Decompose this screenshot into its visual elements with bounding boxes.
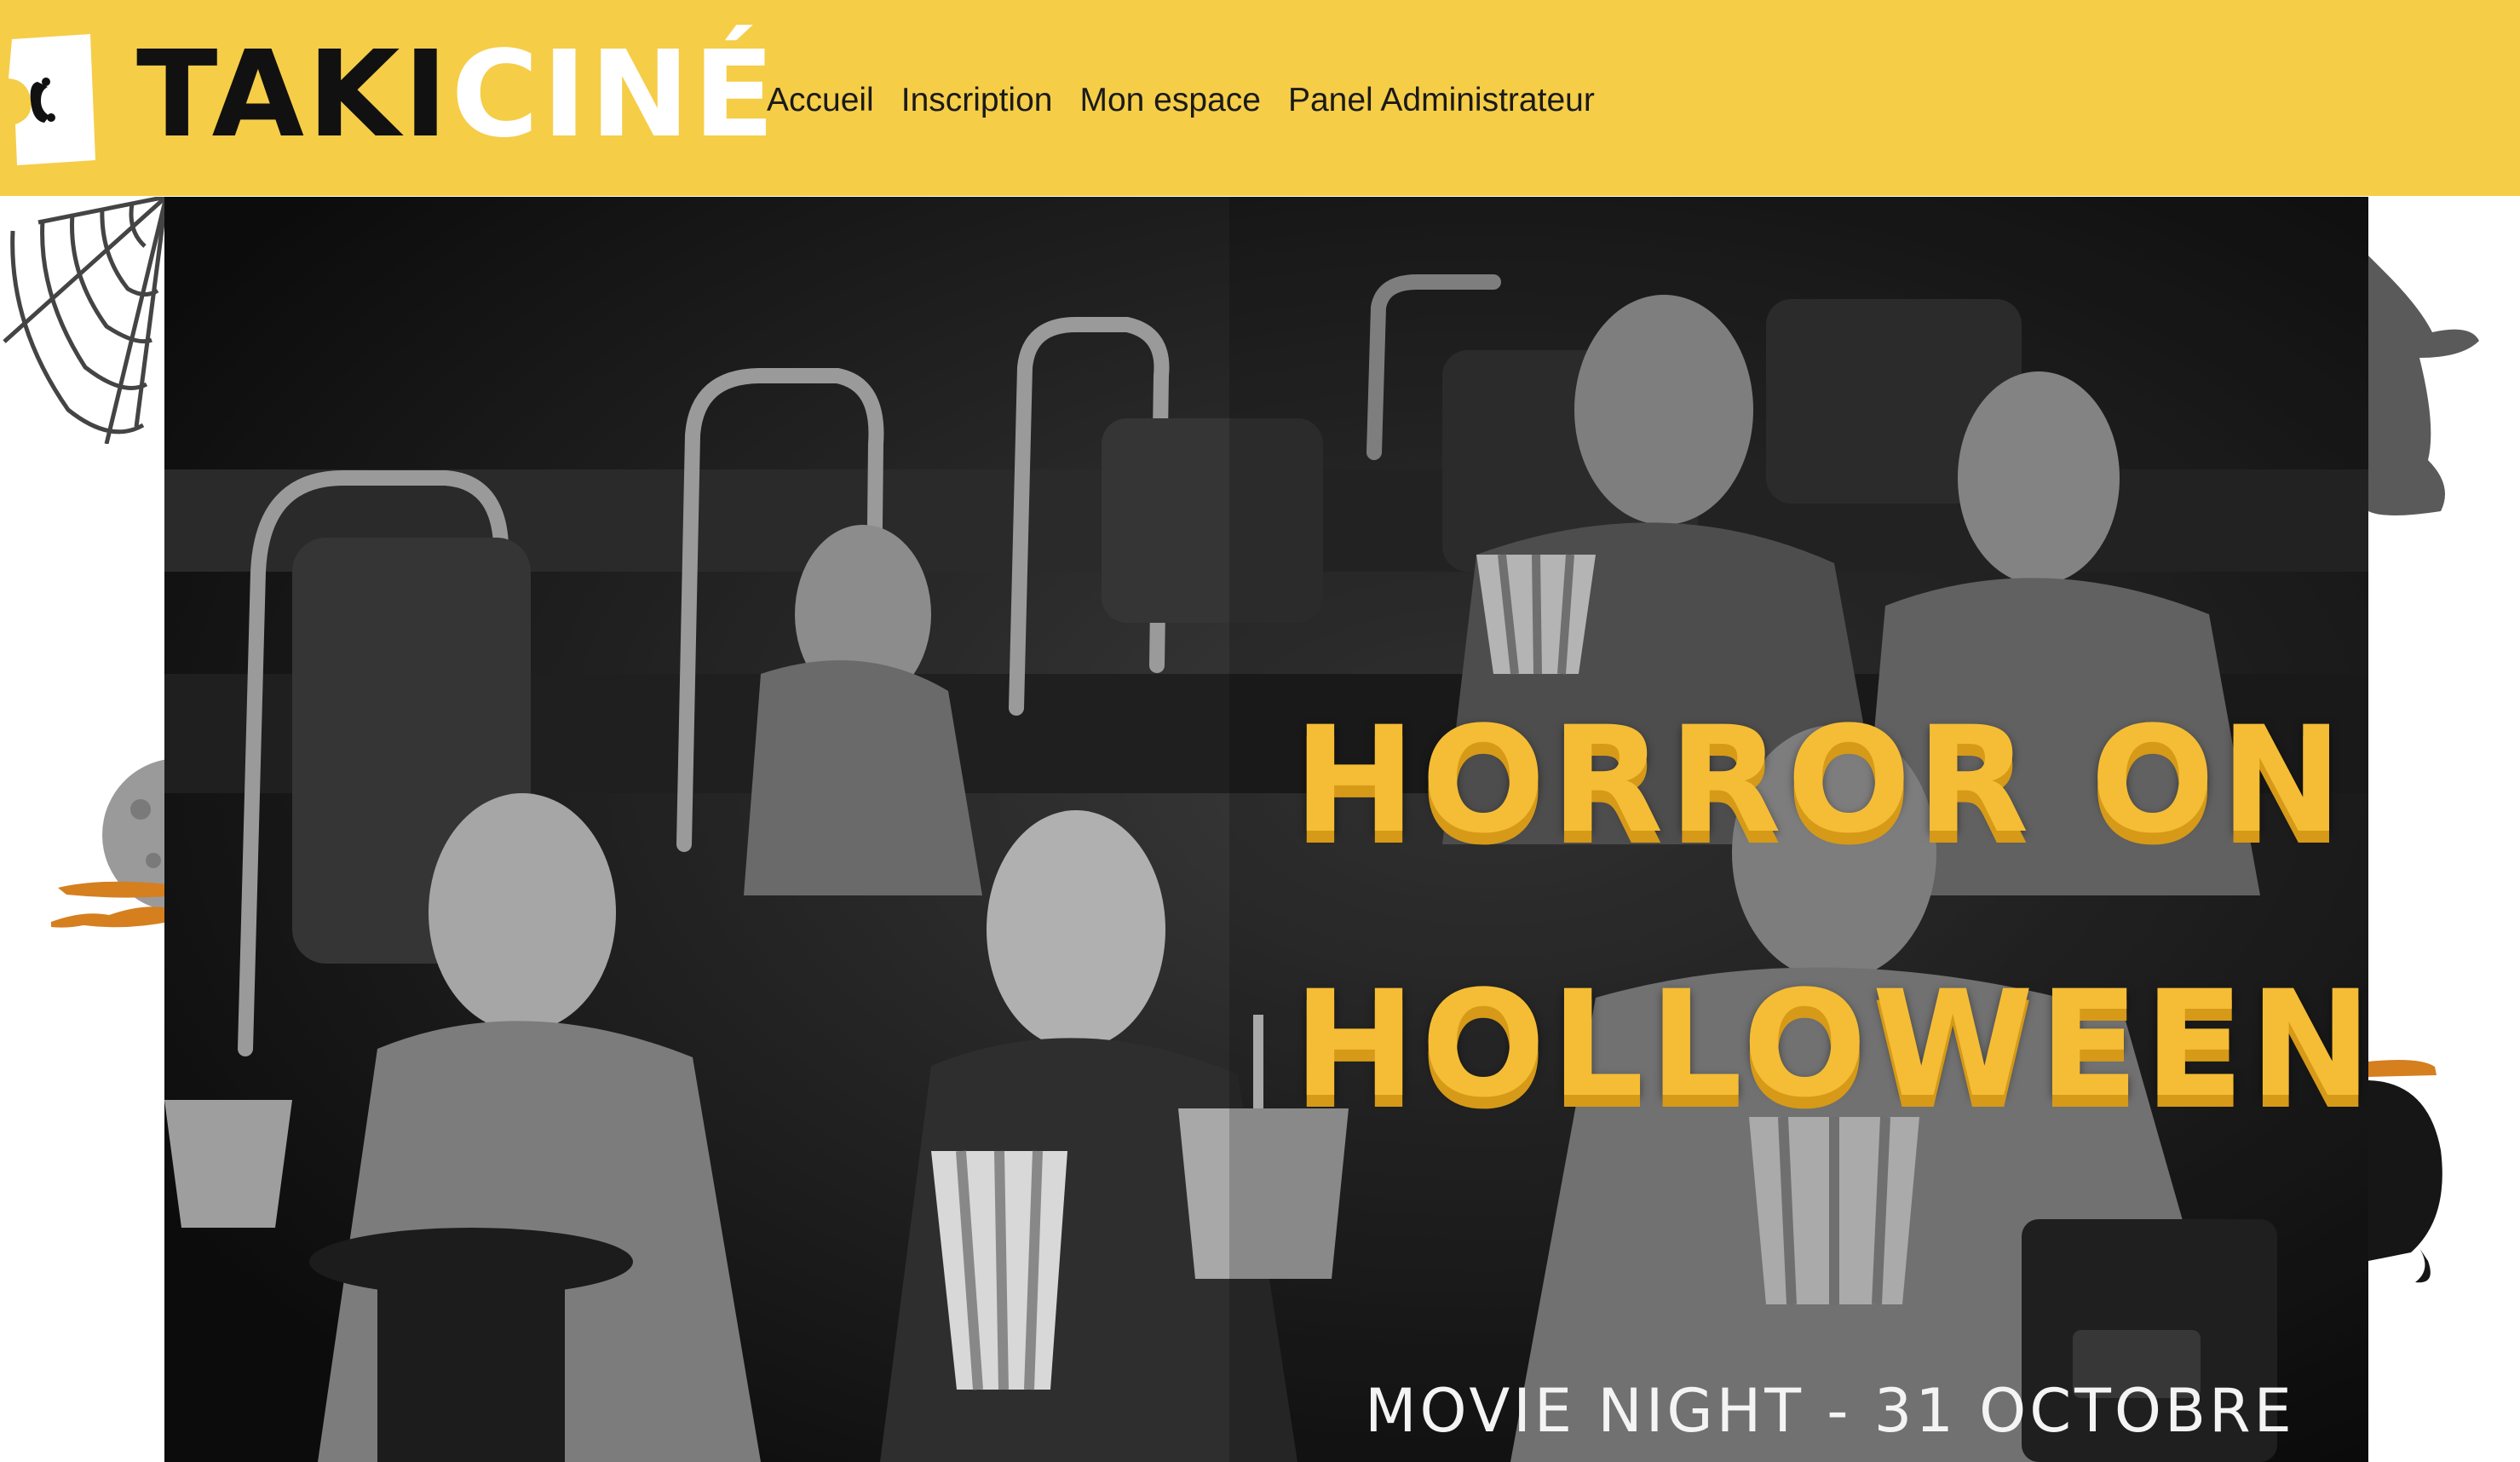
- logo-text-light: CINÉ: [451, 26, 779, 164]
- cauldron-icon: [2368, 1056, 2454, 1295]
- hero-banner: HORROR ON HOLLOWEEN MOVIE NIGHT - 31 OCT…: [164, 197, 2368, 1462]
- hero-title-line-2: HOLLOWEEN: [1293, 958, 2368, 1130]
- hero-title: HORROR ON HOLLOWEEN: [1293, 648, 2368, 1177]
- nav-link-panel-administrateur[interactable]: Panel Administrateur: [1288, 82, 1595, 119]
- nav-link-inscription[interactable]: Inscription: [901, 82, 1053, 119]
- logo-text-dark: TAKI: [136, 26, 452, 164]
- nav-link-accueil[interactable]: Accueil: [767, 82, 874, 119]
- hero-subtitle: MOVIE NIGHT - 31 OCTOBRE: [1365, 1376, 2295, 1446]
- hero-title-line-1: HORROR ON: [1293, 694, 2348, 866]
- site-logo[interactable]: TAKICINÉ: [136, 36, 778, 155]
- spider-web-icon: [0, 194, 170, 445]
- site-header: TAKICINÉ Accueil Inscription Mon espace …: [0, 0, 2520, 196]
- nav-link-mon-espace[interactable]: Mon espace: [1079, 82, 1260, 119]
- ticket-icon[interactable]: [0, 32, 99, 170]
- main-nav: Accueil Inscription Mon espace Panel Adm…: [767, 75, 1595, 126]
- cloud-icon: [49, 878, 169, 937]
- witch-hat-icon: [2368, 256, 2520, 528]
